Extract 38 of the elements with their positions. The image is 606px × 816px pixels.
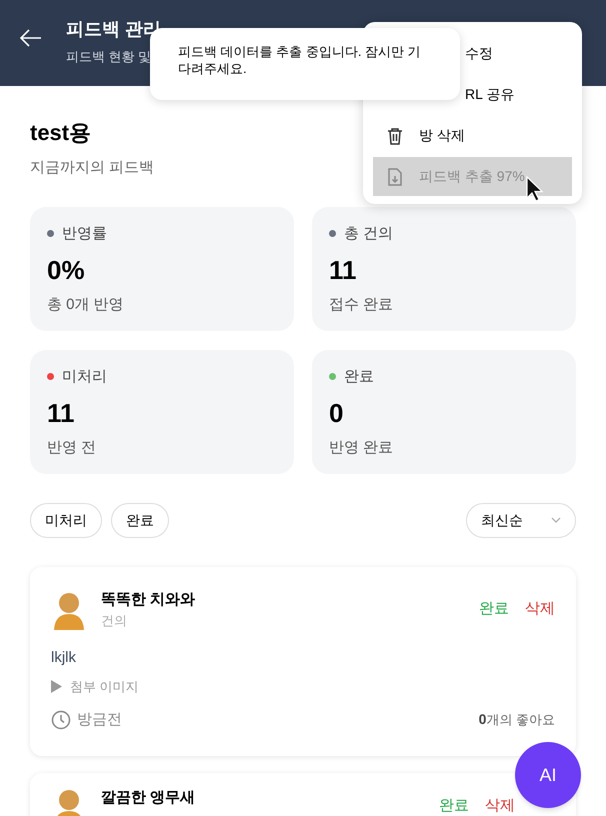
stat-caption: 반영 전 [47,438,98,458]
filter-chip[interactable]: 미처리 [30,502,102,538]
attachment-toggle[interactable]: 첨부 이미지 [70,677,139,696]
feedback-body: lkjlk [51,648,77,668]
delete-button[interactable]: 삭제 [485,794,515,816]
stat-caption: 총 0개 반영 [47,295,125,315]
stat-value: 11 [329,254,358,287]
stat-label: 미처리 [62,366,107,386]
complete-button[interactable]: 완료 [479,598,509,621]
author-name: 똑똑한 치와와 [101,590,196,610]
clock-icon [51,710,71,730]
stat-label: 총 건의 [344,224,394,244]
back-arrow-icon[interactable] [20,29,42,47]
chevron-down-icon [551,517,561,523]
play-icon [51,680,62,694]
delete-button[interactable]: 삭제 [525,598,555,621]
menu-item[interactable]: 수정 [465,43,493,64]
room-title: test용 [30,119,92,147]
feedback-time: 방금전 [77,710,122,730]
complete-button[interactable]: 완료 [439,794,469,816]
stat-caption: 접수 완료 [329,295,394,315]
feedback-type: 건의 [101,612,128,630]
page-subtitle: 피드백 현황 및 [66,48,152,66]
file-download-icon [387,168,403,186]
room-subtitle: 지금까지의 피드백 [30,158,154,178]
stat-label: 완료 [344,366,374,386]
menu-item[interactable]: 방 삭제 [373,116,572,155]
stat-caption: 반영 완료 [329,438,394,458]
like-count: 0개의 좋아요 [478,710,555,730]
menu-item[interactable]: RL 공유 [465,84,514,105]
stat-value: 0 [329,397,344,430]
sort-dropdown[interactable]: 최신순 [466,502,576,538]
stat-value: 0% [47,254,86,287]
trash-icon [387,126,403,144]
stat-value: 11 [47,397,76,430]
author-name: 깔끔한 앵무새 [101,788,196,808]
stat-label: 반영률 [62,224,107,244]
filter-chip[interactable]: 완료 [111,502,169,538]
